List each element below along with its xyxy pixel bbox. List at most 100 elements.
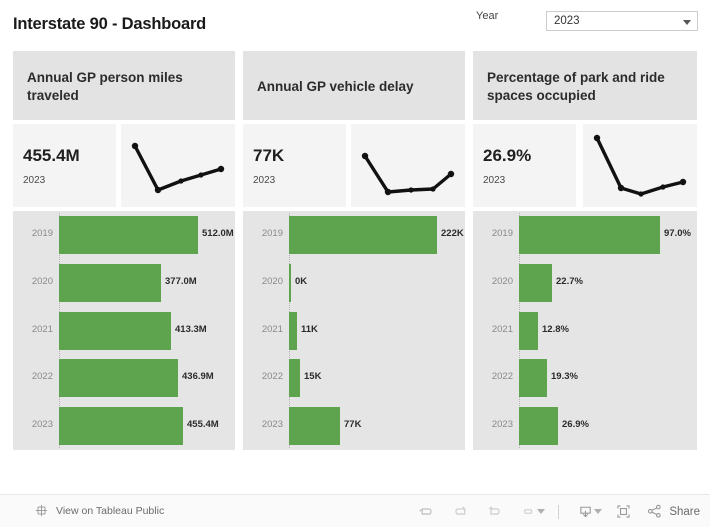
chevron-down-icon xyxy=(683,20,691,25)
page-title: Interstate 90 - Dashboard xyxy=(13,15,207,33)
bar-value-label: 413.3M xyxy=(175,323,207,335)
table-row[interactable]: 2021 12.8% xyxy=(473,307,697,355)
bar-value-label: 222K xyxy=(441,228,464,239)
bar-value-label: 77K xyxy=(344,419,362,431)
revert-icon xyxy=(488,506,500,515)
bar-fill xyxy=(289,311,297,350)
kpi-tile[interactable]: 455.4M 2023 xyxy=(13,124,116,207)
undo-icon xyxy=(419,508,432,515)
share-button[interactable]: Share xyxy=(640,495,700,528)
bar-category-label: 2019 xyxy=(491,228,513,239)
fullscreen-button[interactable] xyxy=(606,495,640,528)
sparkline-tile[interactable] xyxy=(121,124,235,207)
sparkline-tile[interactable] xyxy=(351,124,465,207)
dashboard-header: Interstate 90 - Dashboard Year 2023 xyxy=(0,0,710,47)
kpi-year: 2023 xyxy=(483,175,506,186)
sparkline-chart xyxy=(361,152,455,196)
table-row[interactable]: 2020 377.0M xyxy=(13,259,235,307)
download-icon xyxy=(580,506,591,518)
table-row[interactable]: 2023 77K xyxy=(243,402,465,450)
bar-category-label: 2022 xyxy=(261,371,283,383)
bar-fill xyxy=(59,359,178,398)
table-row[interactable]: 2022 436.9M xyxy=(13,354,235,402)
bar-category-label: 2022 xyxy=(491,371,513,383)
bar-value-label: 377.0M xyxy=(165,275,197,287)
bar-fill xyxy=(519,311,538,350)
table-row[interactable]: 2022 19.3% xyxy=(473,354,697,402)
table-row[interactable]: 2021 413.3M xyxy=(13,307,235,355)
download-chevron-down-icon[interactable] xyxy=(594,509,603,514)
bar-fill xyxy=(59,263,161,302)
panel-title: Annual GP vehicle delay xyxy=(257,79,414,94)
table-row[interactable]: 2022 15K xyxy=(243,354,465,402)
undo-button[interactable] xyxy=(409,495,443,528)
toolbar-divider xyxy=(558,504,560,519)
panel-title: Annual GP person miles traveled xyxy=(27,70,183,104)
table-row[interactable]: 2023 26.9% xyxy=(473,402,697,450)
fullscreen-icon xyxy=(617,505,630,518)
tableau-toolbar: View on Tableau Public Share xyxy=(0,494,710,527)
table-row[interactable]: 2020 22.7% xyxy=(473,259,697,307)
bar-value-label: 12.8% xyxy=(542,323,569,335)
bar-category-label: 2019 xyxy=(261,228,283,239)
panel-person-miles: Annual GP person miles traveled 455.4M 2… xyxy=(13,51,235,450)
bar-fill xyxy=(289,263,291,302)
redo-icon xyxy=(455,506,466,515)
bar-fill xyxy=(59,216,198,254)
year-filter-value: 2023 xyxy=(554,15,580,27)
redo-button[interactable] xyxy=(443,495,477,528)
bar-value-label: 11K xyxy=(301,323,318,335)
kpi-tile[interactable]: 77K 2023 xyxy=(243,124,346,207)
bar-category-label: 2020 xyxy=(31,275,53,287)
bar-category-label: 2023 xyxy=(491,419,513,431)
bar-value-label: 455.4M xyxy=(187,419,219,431)
bar-category-label: 2021 xyxy=(31,323,53,335)
table-row[interactable]: 2019 97.0% xyxy=(473,211,697,259)
bar-chart[interactable]: 2019 97.0% 2020 22.7% 2021 12.8% 2022 19… xyxy=(473,211,697,450)
kpi-row: 26.9% 2023 xyxy=(473,124,697,207)
bar-category-label: 2021 xyxy=(491,323,513,335)
bar-category-label: 2019 xyxy=(31,228,53,239)
kpi-value: 455.4M xyxy=(23,146,80,165)
bar-category-label: 2022 xyxy=(31,371,53,383)
bar-category-label: 2021 xyxy=(261,323,283,335)
panel-vehicle-delay: Annual GP vehicle delay 77K 2023 2019 22… xyxy=(243,51,465,450)
bar-category-label: 2020 xyxy=(261,275,283,287)
bar-value-label: 19.3% xyxy=(551,371,578,383)
bar-fill xyxy=(519,359,547,398)
kpi-tile[interactable]: 26.9% 2023 xyxy=(473,124,576,207)
bar-value-label: 436.9M xyxy=(182,371,214,383)
bar-chart[interactable]: 2019 512.0M 2020 377.0M 2021 413.3M 2022… xyxy=(13,211,235,450)
panel-park-and-ride: Percentage of park and ride spaces occup… xyxy=(473,51,697,450)
bar-category-label: 2023 xyxy=(31,419,53,431)
kpi-year: 2023 xyxy=(253,175,276,186)
kpi-row: 455.4M 2023 xyxy=(13,124,235,207)
sparkline-chart xyxy=(131,142,225,194)
bar-chart[interactable]: 2019 222K 2020 0K 2021 11K 2022 15K 2023… xyxy=(243,211,465,450)
table-row[interactable]: 2020 0K xyxy=(243,259,465,307)
table-row[interactable]: 2019 512.0M xyxy=(13,211,235,259)
kpi-year: 2023 xyxy=(23,175,46,186)
bar-fill xyxy=(289,216,437,254)
view-on-tableau-public-link[interactable]: View on Tableau Public xyxy=(34,503,164,518)
bar-category-label: 2023 xyxy=(261,419,283,431)
kpi-value: 77K xyxy=(253,146,285,165)
tableau-logo-icon xyxy=(35,504,48,517)
table-row[interactable]: 2021 11K xyxy=(243,307,465,355)
sparkline-tile[interactable] xyxy=(583,124,697,207)
panel-title: Percentage of park and ride spaces occup… xyxy=(487,70,665,104)
toolbar-buttons: Share xyxy=(409,495,700,528)
revert-button[interactable] xyxy=(477,495,511,528)
chevron-down-icon[interactable] xyxy=(537,509,546,514)
table-row[interactable]: 2019 222K xyxy=(243,211,465,259)
bar-fill xyxy=(59,407,183,446)
year-filter-dropdown[interactable]: 2023 xyxy=(546,11,698,31)
bar-fill xyxy=(519,216,660,254)
panel-header: Annual GP person miles traveled xyxy=(13,51,235,120)
year-filter-label: Year xyxy=(476,10,499,22)
bar-fill xyxy=(519,407,558,446)
table-row[interactable]: 2023 455.4M xyxy=(13,402,235,450)
bar-value-label: 26.9% xyxy=(562,419,589,431)
bar-fill xyxy=(519,263,552,302)
bar-fill xyxy=(289,407,340,446)
